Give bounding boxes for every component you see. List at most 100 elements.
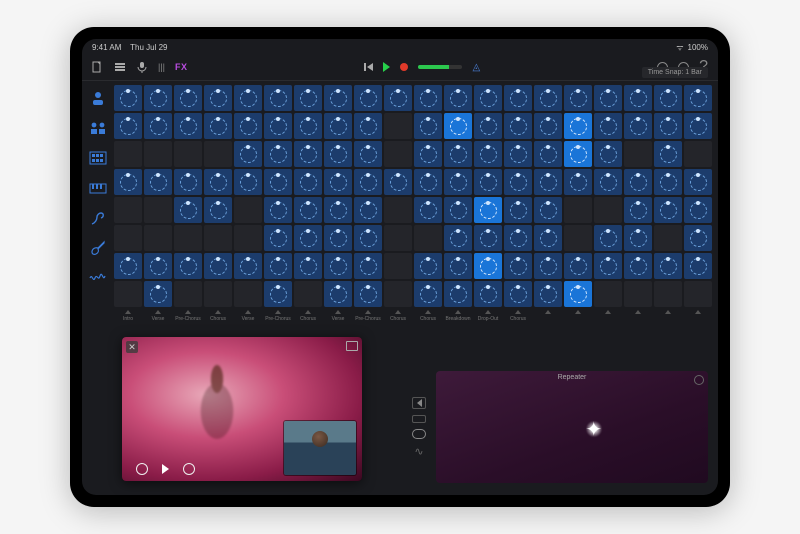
- facetime-thumbnail[interactable]: [284, 421, 356, 475]
- loop-cell[interactable]: [234, 253, 262, 279]
- loop-cell[interactable]: [264, 225, 292, 251]
- loop-cell[interactable]: [444, 197, 472, 223]
- loop-cell[interactable]: [474, 85, 502, 111]
- loop-cell[interactable]: [144, 225, 172, 251]
- loop-cell[interactable]: [324, 253, 352, 279]
- loop-cell[interactable]: [684, 253, 712, 279]
- loop-cell[interactable]: [654, 253, 682, 279]
- loop-cell[interactable]: [354, 85, 382, 111]
- rewind-button[interactable]: [364, 63, 373, 71]
- loop-cell[interactable]: [564, 197, 592, 223]
- loop-cell[interactable]: [594, 281, 622, 307]
- loop-cell[interactable]: [204, 113, 232, 139]
- apple-loops-button[interactable]: ◬: [472, 62, 480, 73]
- loop-cell[interactable]: [414, 281, 442, 307]
- loop-cell[interactable]: [234, 281, 262, 307]
- loop-cell[interactable]: [534, 225, 562, 251]
- loop-cell[interactable]: [624, 197, 652, 223]
- loop-cell[interactable]: [234, 85, 262, 111]
- loop-cell[interactable]: [504, 113, 532, 139]
- loop-cell[interactable]: [354, 141, 382, 167]
- loop-cell[interactable]: [564, 113, 592, 139]
- loop-cell[interactable]: [324, 281, 352, 307]
- loop-cell[interactable]: [264, 253, 292, 279]
- loop-cell[interactable]: [204, 85, 232, 111]
- loop-cell[interactable]: [474, 281, 502, 307]
- loop-cell[interactable]: [594, 225, 622, 251]
- time-snap-badge[interactable]: Time Snap: 1 Bar: [642, 67, 708, 78]
- track-keyboard-icon[interactable]: [88, 179, 108, 197]
- loop-cell[interactable]: [444, 169, 472, 195]
- loop-cell[interactable]: [534, 113, 562, 139]
- pad-stop-button[interactable]: [412, 415, 426, 423]
- loop-cell[interactable]: [114, 197, 142, 223]
- loop-cell[interactable]: [624, 169, 652, 195]
- loop-cell[interactable]: [414, 169, 442, 195]
- loop-cell[interactable]: [654, 225, 682, 251]
- loop-cell[interactable]: [624, 253, 652, 279]
- loop-cell[interactable]: [534, 169, 562, 195]
- loop-cell[interactable]: [444, 253, 472, 279]
- pad-prev-button[interactable]: [412, 397, 426, 409]
- loop-cell[interactable]: [444, 141, 472, 167]
- track-drum-machine-icon[interactable]: [88, 149, 108, 167]
- loop-cell[interactable]: [594, 197, 622, 223]
- loop-cell[interactable]: [594, 253, 622, 279]
- loop-cell[interactable]: [204, 197, 232, 223]
- loop-cell[interactable]: [204, 253, 232, 279]
- loop-cell[interactable]: [384, 113, 412, 139]
- loop-cell[interactable]: [564, 169, 592, 195]
- mic-icon[interactable]: [136, 61, 148, 73]
- loop-cell[interactable]: [354, 113, 382, 139]
- loop-cell[interactable]: [234, 197, 262, 223]
- loop-cell[interactable]: [414, 197, 442, 223]
- loop-cell[interactable]: [354, 253, 382, 279]
- loop-cell[interactable]: [264, 169, 292, 195]
- loop-cell[interactable]: [414, 225, 442, 251]
- loop-cell[interactable]: [624, 85, 652, 111]
- loop-cell[interactable]: [594, 85, 622, 111]
- section-marker[interactable]: Pre-Chorus: [174, 310, 202, 330]
- loop-cell[interactable]: [384, 281, 412, 307]
- loop-cell[interactable]: [414, 253, 442, 279]
- loop-cell[interactable]: [204, 141, 232, 167]
- loop-cell[interactable]: [504, 281, 532, 307]
- loop-cell[interactable]: [414, 113, 442, 139]
- loop-cell[interactable]: [564, 225, 592, 251]
- xy-pad-settings-icon[interactable]: [694, 375, 704, 385]
- loop-cell[interactable]: [534, 85, 562, 111]
- loop-cell[interactable]: [294, 85, 322, 111]
- loop-cell[interactable]: [144, 85, 172, 111]
- loop-cell[interactable]: [174, 225, 202, 251]
- loop-cell[interactable]: [354, 281, 382, 307]
- loop-cell[interactable]: [264, 85, 292, 111]
- loop-cell[interactable]: [324, 197, 352, 223]
- loop-cell[interactable]: [444, 113, 472, 139]
- loop-cell[interactable]: [384, 225, 412, 251]
- section-marker[interactable]: [684, 310, 712, 330]
- loop-cell[interactable]: [264, 197, 292, 223]
- loop-cell[interactable]: [504, 169, 532, 195]
- loop-cell[interactable]: [204, 169, 232, 195]
- section-marker[interactable]: Pre-Chorus: [264, 310, 292, 330]
- loop-cell[interactable]: [324, 85, 352, 111]
- section-marker[interactable]: Chorus: [384, 310, 412, 330]
- loop-cell[interactable]: [654, 141, 682, 167]
- record-button[interactable]: [400, 63, 408, 71]
- pip-close-button[interactable]: ✕: [126, 341, 138, 353]
- section-marker[interactable]: Verse: [144, 310, 172, 330]
- tracks-icon[interactable]: [114, 61, 126, 73]
- loop-cell[interactable]: [294, 141, 322, 167]
- loop-cell[interactable]: [474, 197, 502, 223]
- loop-cell[interactable]: [534, 253, 562, 279]
- loop-cell[interactable]: [114, 225, 142, 251]
- loop-cell[interactable]: [474, 113, 502, 139]
- loop-cell[interactable]: [384, 169, 412, 195]
- loop-cell[interactable]: [144, 169, 172, 195]
- loop-cell[interactable]: [504, 253, 532, 279]
- section-marker[interactable]: Verse: [234, 310, 262, 330]
- loop-cell[interactable]: [234, 113, 262, 139]
- video-pip[interactable]: ✕: [122, 337, 362, 481]
- loop-cell[interactable]: [474, 253, 502, 279]
- section-marker[interactable]: Chorus: [504, 310, 532, 330]
